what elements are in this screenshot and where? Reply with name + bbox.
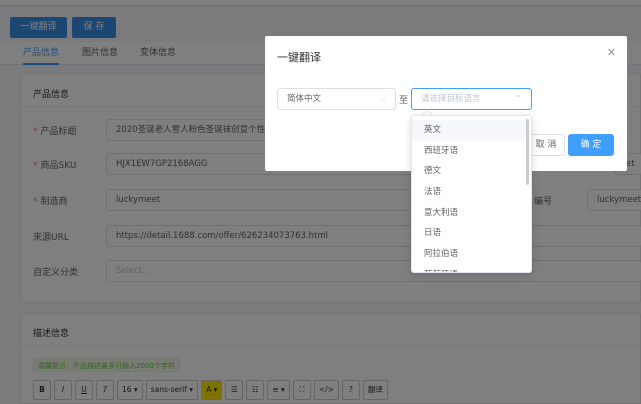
option-french[interactable]: 法语 [412,182,526,203]
option-italian[interactable]: 意大利语 [412,203,526,224]
dropdown-scrollbar[interactable] [526,119,529,185]
option-portuguese[interactable]: 葡萄牙语 [412,265,526,272]
target-language-dropdown: 英文 西班牙语 德文 法语 意大利语 日语 阿拉伯语 葡萄牙语 [411,115,532,273]
option-japanese[interactable]: 日语 [412,223,526,244]
close-icon[interactable]: ✕ [607,46,616,59]
to-label: 至 [399,96,409,106]
chevron-down-icon: ⌵ [379,94,386,103]
cancel-button[interactable]: 取 消 [527,134,565,156]
source-language-value: 简体中文 [287,94,322,104]
dialog-title: 一键翻译 [277,51,321,64]
confirm-button[interactable]: 确 定 [568,134,614,156]
option-german[interactable]: 德文 [412,161,526,182]
option-english[interactable]: 英文 [412,120,526,141]
target-language-select[interactable]: 请选择目标语言 ⌃ [411,88,532,110]
option-arabic[interactable]: 阿拉伯语 [412,244,526,265]
option-spanish[interactable]: 西班牙语 [412,141,526,162]
target-language-placeholder: 请选择目标语言 [421,94,481,104]
dropdown-list: 英文 西班牙语 德文 法语 意大利语 日语 阿拉伯语 葡萄牙语 [412,120,526,272]
chevron-up-icon: ⌃ [515,94,522,103]
source-language-select[interactable]: 简体中文 ⌵ [277,88,396,110]
